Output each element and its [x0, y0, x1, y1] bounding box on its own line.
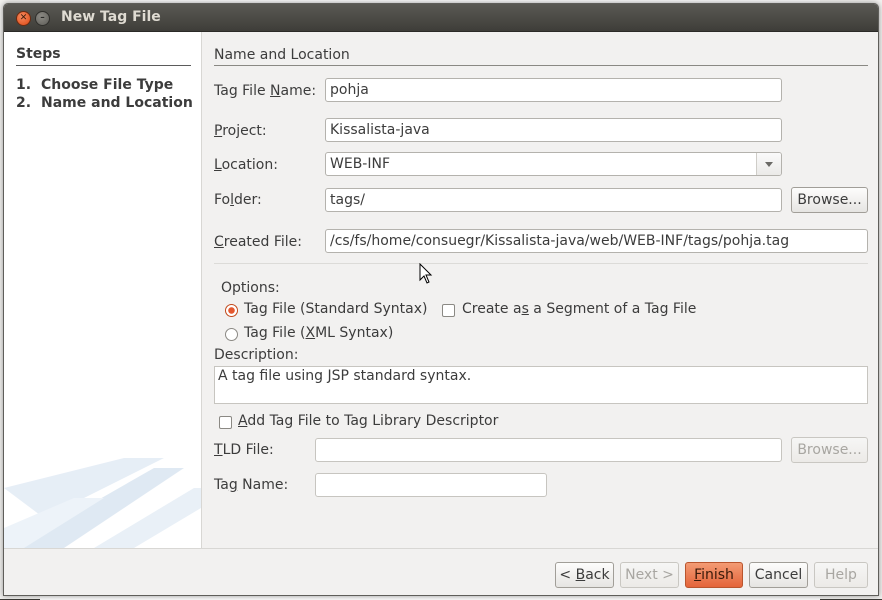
- add-to-tld-checkbox[interactable]: [219, 416, 232, 429]
- created-file-label: Created File:: [214, 234, 303, 250]
- description-label: Description:: [214, 347, 299, 363]
- step-label: Choose File Type: [41, 77, 174, 93]
- folder-browse-button[interactable]: Browse...: [791, 187, 868, 213]
- created-file-field: /cs/fs/home/consuegr/Kissalista-java/web…: [325, 229, 868, 253]
- step-choose-file-type: 1. Choose File Type: [16, 77, 173, 93]
- cancel-button[interactable]: Cancel: [749, 562, 808, 588]
- tld-file-input[interactable]: [315, 438, 782, 462]
- tag-file-name-input[interactable]: pohja: [325, 78, 782, 102]
- tag-name-label: Tag Name:: [214, 477, 289, 493]
- folder-label: Folder:: [214, 192, 262, 208]
- finish-button[interactable]: Finish: [685, 562, 743, 588]
- tag-name-input[interactable]: [315, 473, 547, 497]
- step-number: 2.: [16, 95, 32, 111]
- next-button[interactable]: Next >: [620, 562, 679, 588]
- section-divider: [214, 65, 868, 66]
- options-divider: [214, 263, 868, 264]
- standard-syntax-radio[interactable]: [225, 304, 238, 317]
- main-panel: Name and Location Tag File Name: pohja P…: [202, 32, 878, 548]
- options-title: Options:: [221, 280, 280, 296]
- step-name-and-location: 2. Name and Location: [16, 95, 193, 111]
- tag-file-name-label: Tag File Name:: [214, 83, 317, 99]
- close-icon[interactable]: ✕: [16, 11, 31, 26]
- tld-browse-button[interactable]: Browse...: [791, 437, 868, 463]
- chevron-down-icon[interactable]: [756, 153, 781, 175]
- standard-syntax-label[interactable]: Tag File (Standard Syntax): [244, 301, 428, 317]
- step-label: Name and Location: [41, 95, 193, 111]
- location-label: Location:: [214, 157, 278, 173]
- help-button[interactable]: Help: [814, 562, 868, 588]
- project-field: Kissalista-java: [325, 118, 782, 142]
- steps-panel: Steps 1. Choose File Type 2. Name and Loca…: [4, 32, 202, 548]
- xml-syntax-label[interactable]: Tag File (XML Syntax): [244, 325, 393, 341]
- steps-title: Steps: [16, 46, 61, 62]
- project-label: Project:: [214, 123, 267, 139]
- window-title: New Tag File: [61, 9, 161, 25]
- segment-checkbox[interactable]: [442, 304, 455, 317]
- description-text-area[interactable]: A tag file using JSP standard syntax.: [214, 366, 868, 404]
- location-value: WEB-INF: [330, 156, 390, 172]
- add-to-tld-label[interactable]: Add Tag File to Tag Library Descriptor: [238, 413, 498, 429]
- minimize-icon[interactable]: –: [35, 11, 50, 26]
- new-tag-file-dialog: ✕ – New Tag File Steps 1. Choose File Typ…: [3, 3, 879, 596]
- segment-label[interactable]: Create as a Segment of a Tag File: [462, 301, 696, 317]
- step-number: 1.: [16, 77, 32, 93]
- wizard-decoration-graphic: [4, 458, 201, 548]
- folder-input[interactable]: tags/: [325, 188, 782, 212]
- title-bar[interactable]: ✕ – New Tag File: [4, 4, 878, 32]
- section-title: Name and Location: [214, 47, 350, 63]
- button-bar: < Back Next > Finish Cancel Help: [4, 548, 878, 595]
- xml-syntax-radio[interactable]: [225, 328, 238, 341]
- tld-file-label: TLD File:: [214, 442, 274, 458]
- back-button[interactable]: < Back: [555, 562, 614, 588]
- mouse-pointer-icon: [419, 263, 433, 284]
- location-select[interactable]: WEB-INF: [325, 152, 782, 176]
- steps-divider: [16, 65, 191, 66]
